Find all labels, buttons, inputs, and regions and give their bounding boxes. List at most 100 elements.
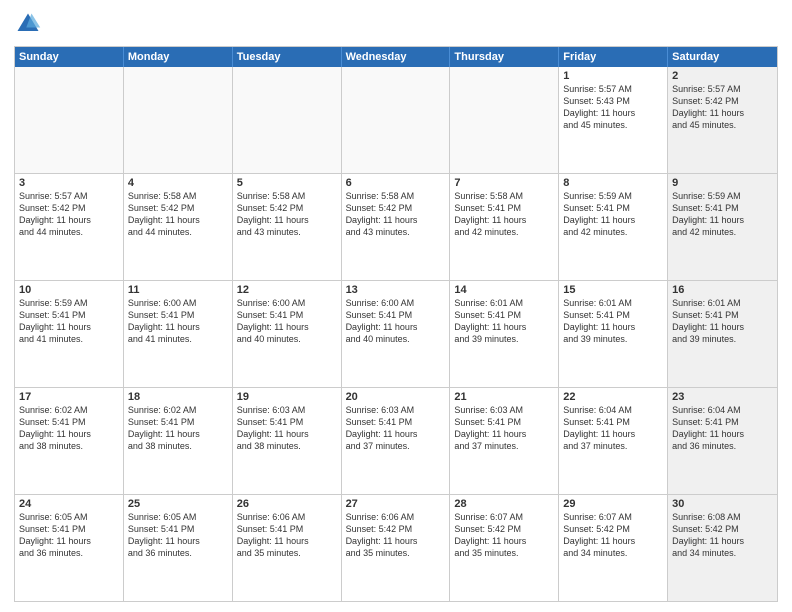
day-number: 17 [19,391,119,403]
calendar-cell: 16Sunrise: 6:01 AM Sunset: 5:41 PM Dayli… [668,281,777,387]
calendar-cell: 1Sunrise: 5:57 AM Sunset: 5:43 PM Daylig… [559,67,668,173]
day-number: 13 [346,284,446,296]
calendar-cell: 28Sunrise: 6:07 AM Sunset: 5:42 PM Dayli… [450,495,559,601]
calendar-row: 24Sunrise: 6:05 AM Sunset: 5:41 PM Dayli… [15,494,777,601]
day-number: 29 [563,498,663,510]
cell-info: Sunrise: 5:59 AM Sunset: 5:41 PM Dayligh… [19,297,119,346]
day-number: 22 [563,391,663,403]
day-number: 6 [346,177,446,189]
cell-info: Sunrise: 5:59 AM Sunset: 5:41 PM Dayligh… [563,190,663,239]
calendar-cell: 12Sunrise: 6:00 AM Sunset: 5:41 PM Dayli… [233,281,342,387]
cell-info: Sunrise: 5:58 AM Sunset: 5:42 PM Dayligh… [237,190,337,239]
calendar-cell: 9Sunrise: 5:59 AM Sunset: 5:41 PM Daylig… [668,174,777,280]
cell-info: Sunrise: 5:59 AM Sunset: 5:41 PM Dayligh… [672,190,773,239]
cell-info: Sunrise: 5:58 AM Sunset: 5:41 PM Dayligh… [454,190,554,239]
day-number: 3 [19,177,119,189]
calendar-cell: 25Sunrise: 6:05 AM Sunset: 5:41 PM Dayli… [124,495,233,601]
cell-info: Sunrise: 6:06 AM Sunset: 5:41 PM Dayligh… [237,511,337,560]
day-number: 8 [563,177,663,189]
cell-info: Sunrise: 6:02 AM Sunset: 5:41 PM Dayligh… [128,404,228,453]
calendar-cell: 29Sunrise: 6:07 AM Sunset: 5:42 PM Dayli… [559,495,668,601]
calendar-cell: 8Sunrise: 5:59 AM Sunset: 5:41 PM Daylig… [559,174,668,280]
cell-info: Sunrise: 6:02 AM Sunset: 5:41 PM Dayligh… [19,404,119,453]
calendar-row: 10Sunrise: 5:59 AM Sunset: 5:41 PM Dayli… [15,280,777,387]
calendar-row: 17Sunrise: 6:02 AM Sunset: 5:41 PM Dayli… [15,387,777,494]
day-number: 12 [237,284,337,296]
day-number: 19 [237,391,337,403]
weekday-header: Friday [559,47,668,67]
calendar-cell [342,67,451,173]
day-number: 30 [672,498,773,510]
cell-info: Sunrise: 6:08 AM Sunset: 5:42 PM Dayligh… [672,511,773,560]
calendar-body: 1Sunrise: 5:57 AM Sunset: 5:43 PM Daylig… [15,67,777,601]
cell-info: Sunrise: 6:05 AM Sunset: 5:41 PM Dayligh… [19,511,119,560]
calendar-cell: 27Sunrise: 6:06 AM Sunset: 5:42 PM Dayli… [342,495,451,601]
calendar-cell: 30Sunrise: 6:08 AM Sunset: 5:42 PM Dayli… [668,495,777,601]
calendar: SundayMondayTuesdayWednesdayThursdayFrid… [14,46,778,602]
calendar-cell: 3Sunrise: 5:57 AM Sunset: 5:42 PM Daylig… [15,174,124,280]
calendar-row: 1Sunrise: 5:57 AM Sunset: 5:43 PM Daylig… [15,67,777,173]
calendar-cell [233,67,342,173]
cell-info: Sunrise: 6:04 AM Sunset: 5:41 PM Dayligh… [672,404,773,453]
calendar-cell: 20Sunrise: 6:03 AM Sunset: 5:41 PM Dayli… [342,388,451,494]
cell-info: Sunrise: 6:03 AM Sunset: 5:41 PM Dayligh… [454,404,554,453]
day-number: 28 [454,498,554,510]
weekday-header: Monday [124,47,233,67]
day-number: 23 [672,391,773,403]
day-number: 14 [454,284,554,296]
day-number: 27 [346,498,446,510]
cell-info: Sunrise: 5:57 AM Sunset: 5:42 PM Dayligh… [672,83,773,132]
calendar-cell: 6Sunrise: 5:58 AM Sunset: 5:42 PM Daylig… [342,174,451,280]
cell-info: Sunrise: 6:07 AM Sunset: 5:42 PM Dayligh… [563,511,663,560]
cell-info: Sunrise: 6:01 AM Sunset: 5:41 PM Dayligh… [454,297,554,346]
calendar-cell: 26Sunrise: 6:06 AM Sunset: 5:41 PM Dayli… [233,495,342,601]
calendar-cell: 5Sunrise: 5:58 AM Sunset: 5:42 PM Daylig… [233,174,342,280]
cell-info: Sunrise: 6:01 AM Sunset: 5:41 PM Dayligh… [672,297,773,346]
day-number: 10 [19,284,119,296]
day-number: 25 [128,498,228,510]
calendar-cell: 4Sunrise: 5:58 AM Sunset: 5:42 PM Daylig… [124,174,233,280]
day-number: 16 [672,284,773,296]
day-number: 18 [128,391,228,403]
day-number: 2 [672,70,773,82]
cell-info: Sunrise: 6:01 AM Sunset: 5:41 PM Dayligh… [563,297,663,346]
calendar-cell: 11Sunrise: 6:00 AM Sunset: 5:41 PM Dayli… [124,281,233,387]
cell-info: Sunrise: 5:58 AM Sunset: 5:42 PM Dayligh… [128,190,228,239]
day-number: 1 [563,70,663,82]
calendar-cell: 10Sunrise: 5:59 AM Sunset: 5:41 PM Dayli… [15,281,124,387]
calendar-header: SundayMondayTuesdayWednesdayThursdayFrid… [15,47,777,67]
calendar-cell: 14Sunrise: 6:01 AM Sunset: 5:41 PM Dayli… [450,281,559,387]
cell-info: Sunrise: 5:57 AM Sunset: 5:43 PM Dayligh… [563,83,663,132]
day-number: 21 [454,391,554,403]
weekday-header: Sunday [15,47,124,67]
page-header [14,10,778,38]
calendar-cell: 23Sunrise: 6:04 AM Sunset: 5:41 PM Dayli… [668,388,777,494]
calendar-cell [15,67,124,173]
cell-info: Sunrise: 6:05 AM Sunset: 5:41 PM Dayligh… [128,511,228,560]
logo-icon [14,10,42,38]
cell-info: Sunrise: 6:00 AM Sunset: 5:41 PM Dayligh… [346,297,446,346]
cell-info: Sunrise: 6:03 AM Sunset: 5:41 PM Dayligh… [346,404,446,453]
day-number: 26 [237,498,337,510]
day-number: 15 [563,284,663,296]
cell-info: Sunrise: 6:04 AM Sunset: 5:41 PM Dayligh… [563,404,663,453]
day-number: 4 [128,177,228,189]
calendar-cell: 19Sunrise: 6:03 AM Sunset: 5:41 PM Dayli… [233,388,342,494]
calendar-cell: 15Sunrise: 6:01 AM Sunset: 5:41 PM Dayli… [559,281,668,387]
day-number: 5 [237,177,337,189]
weekday-header: Thursday [450,47,559,67]
cell-info: Sunrise: 5:58 AM Sunset: 5:42 PM Dayligh… [346,190,446,239]
day-number: 11 [128,284,228,296]
weekday-header: Wednesday [342,47,451,67]
cell-info: Sunrise: 6:00 AM Sunset: 5:41 PM Dayligh… [237,297,337,346]
calendar-cell: 21Sunrise: 6:03 AM Sunset: 5:41 PM Dayli… [450,388,559,494]
day-number: 24 [19,498,119,510]
day-number: 7 [454,177,554,189]
day-number: 20 [346,391,446,403]
weekday-header: Saturday [668,47,777,67]
calendar-cell: 7Sunrise: 5:58 AM Sunset: 5:41 PM Daylig… [450,174,559,280]
day-number: 9 [672,177,773,189]
logo [14,10,46,38]
cell-info: Sunrise: 6:00 AM Sunset: 5:41 PM Dayligh… [128,297,228,346]
weekday-header: Tuesday [233,47,342,67]
